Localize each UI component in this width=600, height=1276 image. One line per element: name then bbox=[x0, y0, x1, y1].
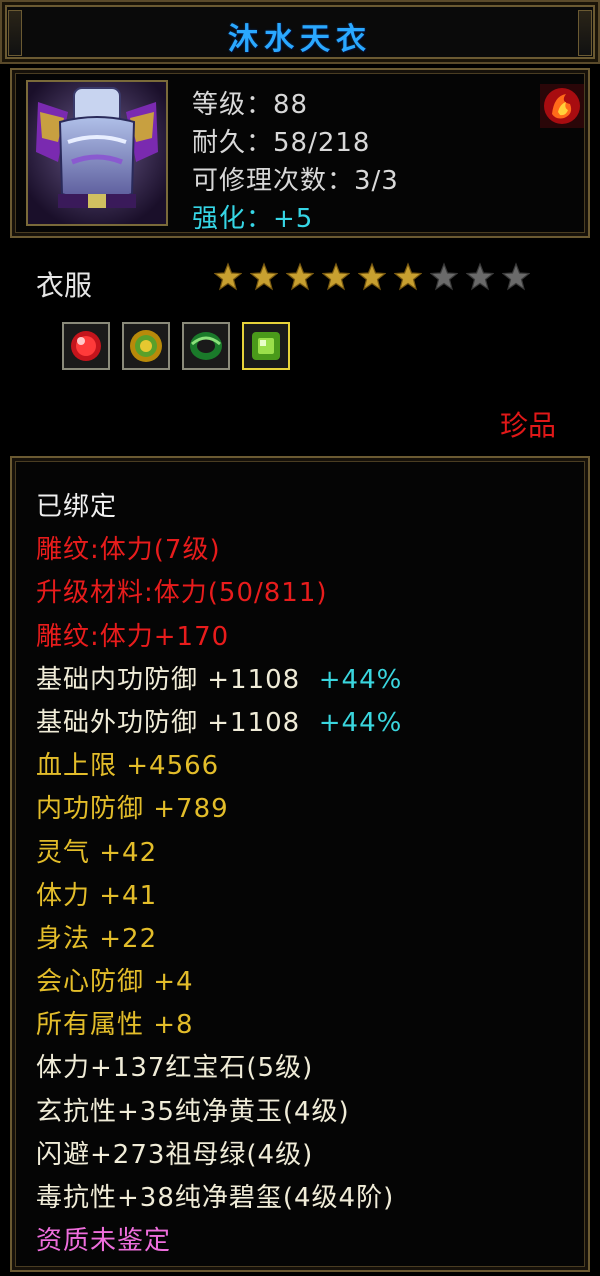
attribute-line: 灵气 +42 bbox=[36, 832, 402, 875]
attribute-text: 基础内功防御 +1108 bbox=[36, 664, 310, 695]
attribute-text: 身法 +22 bbox=[36, 923, 158, 954]
item-header-panel: 等级：88 耐久：58/218 可修理次数：3/3 强化：+5 bbox=[10, 68, 590, 238]
attribute-line: 玄抗性+35纯净黄玉(4级) bbox=[36, 1091, 402, 1134]
attribute-text: 灵气 +42 bbox=[36, 837, 158, 868]
attribute-line: 已绑定 bbox=[36, 486, 402, 529]
attribute-text: 已绑定 bbox=[36, 492, 118, 522]
star-empty-icon bbox=[466, 262, 494, 291]
armor-portrait-icon bbox=[26, 80, 168, 226]
item-enhance: 强化：+5 bbox=[192, 204, 314, 234]
star-rating bbox=[214, 262, 530, 292]
attributes-panel: 已绑定雕纹:体力(7级) 升级材料:体力(50/811) 雕纹:体力+170 基础内功… bbox=[10, 456, 590, 1272]
yellow-jade-icon bbox=[124, 324, 168, 368]
green-jade-icon bbox=[184, 324, 228, 368]
gem-slot-4[interactable] bbox=[242, 322, 290, 370]
attribute-text: 雕纹:体力+170 bbox=[36, 621, 230, 652]
attribute-text: 体力+137红宝石(5级) bbox=[36, 1053, 314, 1084]
attribute-text: 雕纹:体力(7级) bbox=[36, 535, 221, 566]
attribute-list: 已绑定雕纹:体力(7级) 升级材料:体力(50/811) 雕纹:体力+170 基础内功… bbox=[36, 486, 402, 1263]
gem-slot-3[interactable] bbox=[182, 322, 230, 370]
star-filled-icon bbox=[322, 262, 350, 291]
attribute-line: 雕纹:体力+170 bbox=[36, 616, 402, 659]
item-durability: 耐久：58/218 bbox=[192, 128, 371, 158]
attribute-line: 基础外功防御 +1108 +44% bbox=[36, 702, 402, 745]
attribute-text: 闪避+273祖母绿(4级) bbox=[36, 1139, 314, 1170]
attribute-line: 闪避+273祖母绿(4级) bbox=[36, 1134, 402, 1177]
gem-slot-2[interactable] bbox=[122, 322, 170, 370]
fire-element-icon bbox=[540, 84, 584, 128]
attribute-line: 血上限 +4566 bbox=[36, 745, 402, 788]
star-filled-icon bbox=[250, 262, 278, 291]
emerald-icon bbox=[244, 324, 288, 368]
attribute-line: 会心防御 +4 bbox=[36, 961, 402, 1004]
attribute-bonus: +44% bbox=[309, 664, 403, 695]
attribute-text: 所有属性 +8 bbox=[36, 1010, 194, 1041]
attribute-line: 体力+137红宝石(5级) bbox=[36, 1047, 402, 1090]
red-gem-icon bbox=[64, 324, 108, 368]
star-empty-icon bbox=[430, 262, 458, 291]
attribute-text: 血上限 +4566 bbox=[36, 751, 220, 782]
gem-slot-1[interactable] bbox=[62, 322, 110, 370]
star-filled-icon bbox=[394, 262, 422, 291]
item-name: 沐水天衣 bbox=[228, 22, 372, 57]
attribute-line: 基础内功防御 +1108 +44% bbox=[36, 659, 402, 702]
title-bar: 沐水天衣 bbox=[0, 0, 600, 64]
star-empty-icon bbox=[502, 262, 530, 291]
attribute-text: 内功防御 +789 bbox=[36, 794, 229, 825]
attribute-line: 升级材料:体力(50/811) bbox=[36, 572, 402, 615]
attribute-line: 雕纹:体力(7级) bbox=[36, 529, 402, 572]
attribute-text: 会心防御 +4 bbox=[36, 967, 194, 998]
attribute-text: 资质未鉴定 bbox=[36, 1226, 172, 1257]
item-repair-count: 可修理次数：3/3 bbox=[192, 166, 399, 196]
star-filled-icon bbox=[358, 262, 386, 291]
attribute-text: 玄抗性+35纯净黄玉(4级) bbox=[36, 1096, 350, 1127]
attribute-bonus: +44% bbox=[309, 707, 403, 738]
attribute-text: 基础外功防御 +1108 bbox=[36, 707, 310, 738]
star-filled-icon bbox=[214, 262, 242, 291]
star-filled-icon bbox=[286, 262, 314, 291]
attribute-line: 资质未鉴定 bbox=[36, 1220, 402, 1263]
attribute-line: 内功防御 +789 bbox=[36, 788, 402, 831]
item-level: 等级：88 bbox=[192, 90, 309, 120]
rarity-label: 珍品 bbox=[499, 409, 556, 442]
attribute-line: 毒抗性+38纯净碧玺(4级4阶) bbox=[36, 1177, 402, 1220]
attribute-line: 体力 +41 bbox=[36, 875, 402, 918]
gem-slots bbox=[62, 322, 290, 370]
attribute-text: 体力 +41 bbox=[36, 880, 158, 911]
attribute-line: 身法 +22 bbox=[36, 918, 402, 961]
attribute-text: 升级材料:体力(50/811) bbox=[36, 578, 328, 609]
attribute-text: 毒抗性+38纯净碧玺(4级4阶) bbox=[36, 1183, 395, 1213]
item-type: 衣服 bbox=[36, 269, 93, 302]
attribute-line: 所有属性 +8 bbox=[36, 1004, 402, 1047]
